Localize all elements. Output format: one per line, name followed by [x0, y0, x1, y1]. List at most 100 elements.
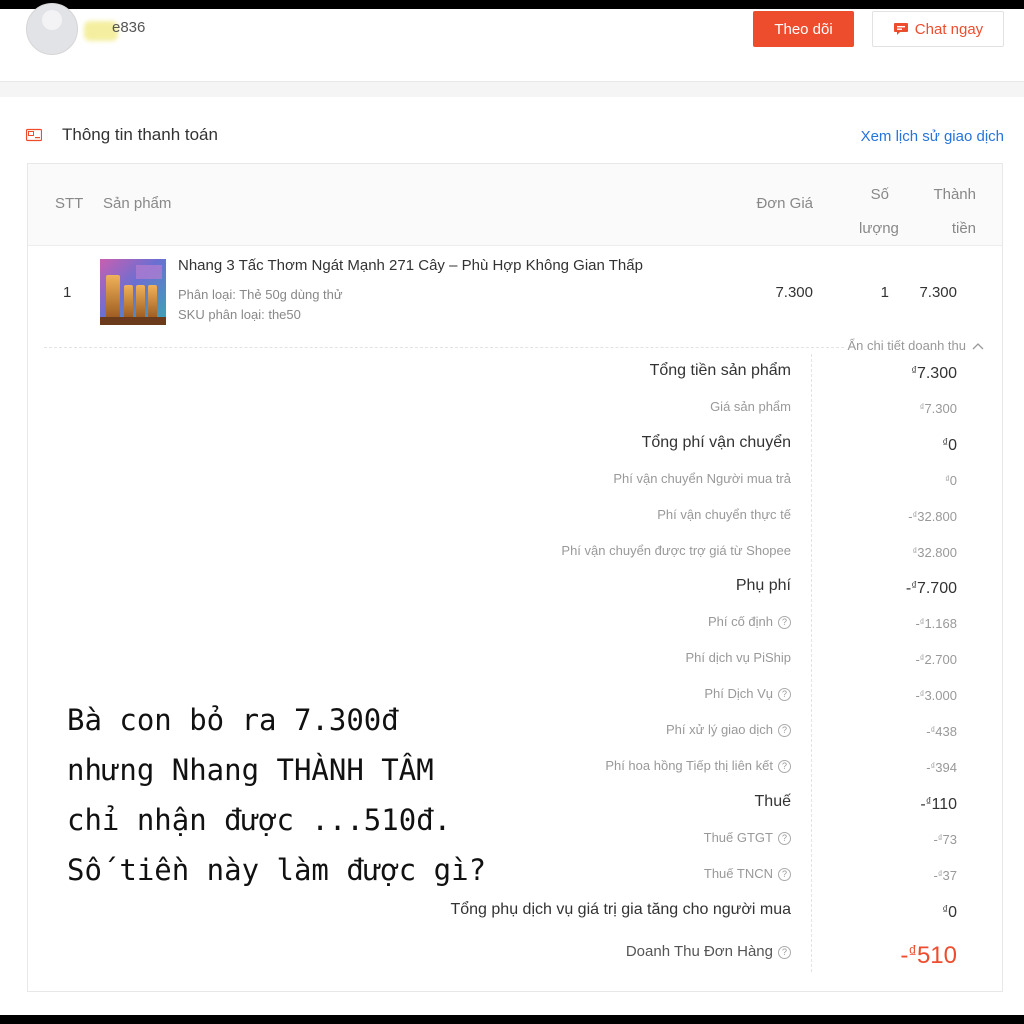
- breakdown-amount: ₫0: [942, 432, 957, 457]
- help-icon[interactable]: ?: [778, 688, 791, 702]
- help-icon[interactable]: ?: [778, 616, 791, 630]
- breakdown-amount: -₫2.700: [915, 647, 957, 671]
- amount-value: 3.000: [924, 688, 957, 704]
- currency-symbol: ₫: [908, 942, 917, 962]
- help-icon[interactable]: ?: [778, 946, 791, 960]
- amount-value: 394: [935, 760, 957, 776]
- column-unit-price: Đơn Giá: [756, 195, 813, 212]
- breakdown-amount: -₫3.000: [915, 683, 957, 707]
- breakdown-row: Phí cố định? -₫1.168: [28, 611, 1002, 635]
- chat-button-label: Chat ngay: [914, 20, 984, 38]
- breakdown-label: Phí vận chuyển Người mua trả: [613, 468, 791, 490]
- product-name[interactable]: Nhang 3 Tấc Thơm Ngát Mạnh 271 Cây – Phù…: [178, 257, 643, 274]
- breakdown-label-text: Phí Dịch Vụ: [704, 686, 773, 702]
- breakdown-label-text: Tổng phụ dịch vụ giá trị gia tăng cho ng…: [450, 900, 791, 918]
- breakdown-label: Thuế GTGT?: [704, 827, 791, 849]
- breakdown-label: Giá sản phẩm: [710, 396, 791, 418]
- help-icon[interactable]: ?: [778, 867, 791, 881]
- product-variant: Phân loại: Thẻ 50g dùng thử: [178, 287, 343, 302]
- breakdown-label: Phí vận chuyển được trợ giá từ Shopee: [561, 540, 791, 562]
- amount-value: 1.168: [924, 616, 957, 632]
- breakdown-label-text: Phụ phí: [735, 577, 791, 595]
- breakdown-label-text: Phí vận chuyển Người mua trả: [613, 470, 791, 486]
- breakdown-label-text: Phí cố định: [707, 614, 773, 630]
- help-icon[interactable]: ?: [778, 724, 791, 737]
- breakdown-amount: -₫32.800: [908, 504, 957, 528]
- breakdown-amount: -₫37: [934, 863, 957, 887]
- amount-value: 7.300: [916, 364, 957, 382]
- breakdown-row: Tổng phụ dịch vụ giá trị gia tăng cho ng…: [28, 899, 1002, 923]
- amount-value: 438: [935, 724, 957, 740]
- row-total: 7.300: [919, 284, 957, 301]
- breakdown-label: Thuế TNCN?: [704, 863, 791, 885]
- help-icon[interactable]: ?: [778, 759, 791, 773]
- breakdown-label-text: Thuế TNCN: [703, 865, 773, 881]
- caption-line: Bà con bỏ ra 7.300đ: [67, 703, 399, 737]
- breakdown-row: Tổng phí vận chuyển ₫0: [28, 432, 1002, 456]
- row-stt: 1: [63, 284, 72, 301]
- breakdown-label-text: Phí vận chuyển được trợ giá từ Shopee: [561, 542, 791, 558]
- breakdown-amount: ₫7.300: [920, 396, 957, 420]
- column-total-line1: Thành: [933, 186, 976, 203]
- chat-icon: [893, 23, 908, 35]
- breakdown-row: Giá sản phẩm ₫7.300: [28, 396, 1002, 420]
- follow-button-label: Theo dõi: [774, 20, 833, 38]
- product-thumbnail[interactable]: [100, 259, 166, 325]
- column-total-line2: tiền: [951, 220, 976, 237]
- chat-button[interactable]: Chat ngay: [872, 11, 1004, 47]
- breakdown-row: Phí dịch vụ PiShip -₫2.700: [28, 647, 1002, 671]
- help-icon[interactable]: ?: [778, 831, 791, 845]
- breakdown-label-text: Doanh Thu Đơn Hàng: [625, 943, 773, 961]
- breakdown-label-text: Phí hoa hồng Tiếp thị liên kết: [605, 757, 773, 773]
- breakdown-amount: -₫438: [926, 719, 957, 743]
- breakdown-amount: -₫510: [900, 938, 957, 970]
- row-unit-price: 7.300: [775, 284, 813, 301]
- amount-value: 0: [948, 436, 957, 454]
- breakdown-amount: ₫0: [945, 468, 957, 492]
- transaction-history-link[interactable]: Xem lịch sử giao dịch: [861, 128, 1004, 145]
- breakdown-row: Doanh Thu Đơn Hàng? -₫510: [28, 938, 1002, 969]
- breakdown-label: Phí Dịch Vụ?: [704, 683, 791, 705]
- column-total: Thành tiền: [933, 178, 976, 246]
- amount-value: 7.300: [924, 401, 957, 417]
- column-quantity: Số lượng: [859, 178, 899, 246]
- avatar[interactable]: [26, 3, 78, 55]
- breakdown-label-text: Tổng phí vận chuyển: [641, 433, 791, 451]
- amount-value: 73: [942, 831, 957, 847]
- breakdown-amount: ₫7.300: [911, 360, 957, 385]
- breakdown-row: Phí vận chuyển Người mua trả ₫0: [28, 468, 1002, 492]
- breakdown-amount: -₫110: [920, 791, 957, 816]
- breakdown-label-text: Phí dịch vụ PiShip: [685, 650, 791, 666]
- breakdown-label: Tổng tiền sản phẩm: [650, 360, 791, 382]
- breakdown-label-text: Phí xử lý giao dịch: [666, 722, 773, 737]
- breakdown-label: Phụ phí: [736, 575, 791, 597]
- breakdown-row: Phí vận chuyển thực tế -₫32.800: [28, 504, 1002, 528]
- breakdown-row: Phụ phí -₫7.700: [28, 575, 1002, 599]
- toggle-revenue-details[interactable]: Ẩn chi tiết doanh thu: [847, 338, 984, 353]
- amount-value: 37: [942, 867, 957, 883]
- amount-value: 110: [931, 795, 957, 813]
- breakdown-label: Thuế: [755, 791, 791, 813]
- app-frame: e836 Theo dõi Chat ngay Thông tin thanh …: [0, 3, 1024, 1015]
- username: e836: [112, 19, 146, 36]
- amount-value: 0: [949, 472, 957, 488]
- amount-value: 0: [948, 903, 957, 921]
- follow-button[interactable]: Theo dõi: [753, 11, 854, 47]
- breakdown-amount: ₫0: [942, 899, 957, 924]
- breakdown-label-text: Tổng tiền sản phẩm: [649, 362, 791, 379]
- breakdown-label: Phí xử lý giao dịch?: [666, 719, 791, 741]
- payment-icon: [26, 128, 42, 142]
- breakdown-row: Phí vận chuyển được trợ giá từ Shopee ₫32…: [28, 540, 1002, 564]
- breakdown-label: Doanh Thu Đơn Hàng?: [626, 938, 791, 966]
- breakdown-label: Tổng phí vận chuyển: [642, 432, 791, 454]
- caption-line: chỉ nhận được ...510đ.: [67, 803, 452, 837]
- breakdown-row: Tổng tiền sản phẩm ₫7.300: [28, 360, 1002, 384]
- breakdown-amount: ₫32.800: [913, 540, 957, 564]
- product-sku: SKU phân loại: the50: [178, 307, 301, 322]
- amount-value: 2.700: [924, 652, 957, 668]
- amount-value: 32.800: [917, 544, 957, 560]
- breakdown-label: Phí cố định?: [708, 611, 791, 633]
- breakdown-label: Phí vận chuyển thực tế: [657, 504, 791, 526]
- breakdown-label-text: Giá sản phẩm: [710, 398, 791, 414]
- breakdown-amount: -₫394: [926, 755, 957, 779]
